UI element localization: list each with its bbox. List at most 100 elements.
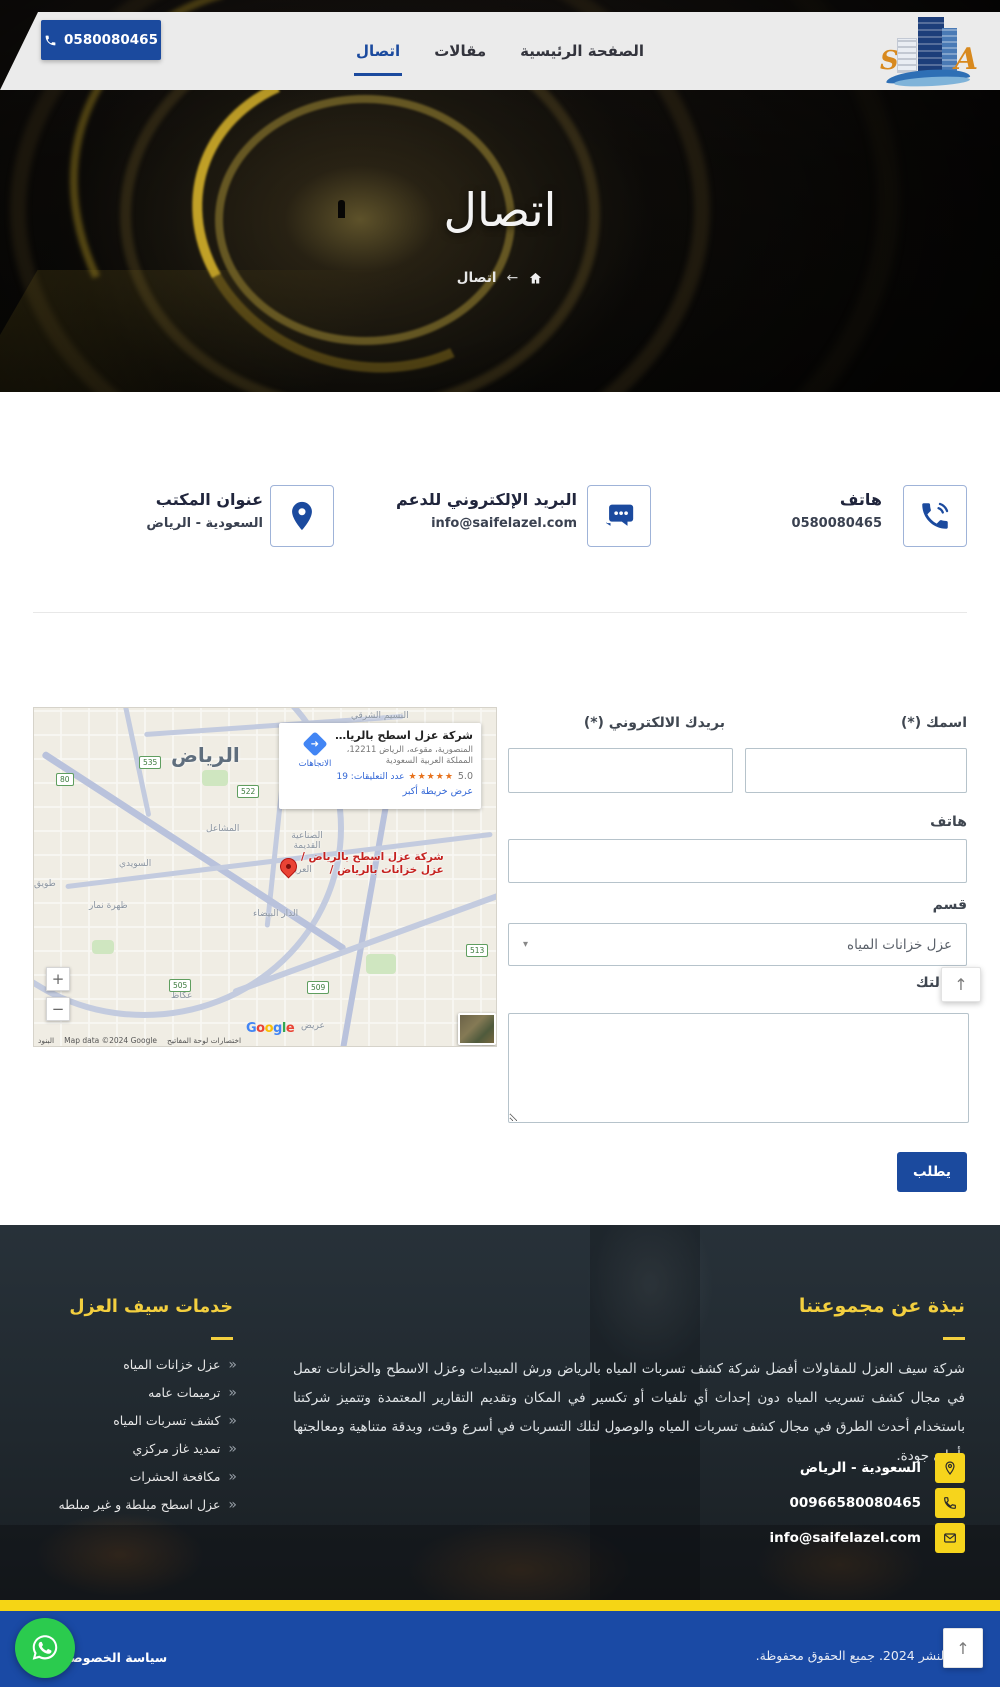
email-label: بريدك الالكتروني (*) (584, 715, 725, 731)
nav-item-articles[interactable]: مقالات (432, 34, 488, 68)
card-title: عنوان المكتب (146, 490, 263, 509)
name-label: اسمك (*) (901, 715, 967, 731)
route-badge: 80 (56, 773, 74, 786)
header-phone-button[interactable]: 0580080465 (41, 20, 161, 60)
accent-strip (0, 1600, 1000, 1611)
up-arrow-icon: ↑ (956, 1639, 969, 1658)
scroll-to-top-button[interactable]: ↑ (943, 1628, 983, 1668)
nav-item-contact[interactable]: اتصال (354, 34, 402, 68)
mail-icon (935, 1523, 965, 1553)
map-place-label: ظهرة نمار (89, 901, 128, 911)
name-input[interactable] (745, 748, 967, 793)
logo-letter-s: S (880, 46, 899, 76)
contact-card-email: البريد الإلكتروني للدعم info@saifelazel.… (396, 490, 577, 531)
map-place-label: المشاعل (206, 824, 239, 834)
logo-building (897, 38, 917, 73)
star-rating-icon: ★★★★★ (409, 772, 454, 782)
submit-button[interactable]: يطلب (897, 1152, 967, 1192)
footer-phone-row: 00966580080465 (789, 1488, 965, 1518)
route-badge: 513 (466, 944, 488, 957)
footer-service-link[interactable]: « مكافحة الحشرات (130, 1469, 237, 1484)
footer-address: السعودية - الرياض (800, 1460, 921, 1476)
directions-icon: ➜ (302, 731, 327, 756)
directions-button[interactable]: ➜ الاتجاهات (289, 735, 341, 769)
message-textarea[interactable] (508, 1013, 969, 1123)
map-place-label: عكاظ (171, 991, 192, 1001)
route-badge: 505 (169, 979, 191, 992)
map-satellite-toggle[interactable] (458, 1013, 496, 1045)
scroll-to-top-button[interactable]: ↑ (941, 967, 981, 1002)
footer: نبذة عن مجموعتنا شركة سيف العزل للمقاولا… (0, 1225, 1000, 1600)
footer-service-link[interactable]: « كشف تسربات المياه (113, 1413, 237, 1428)
map-place-label: النسيم الشرقي (351, 711, 409, 721)
chat-icon (587, 485, 651, 547)
map-place-address: المنصورية، مقوعه، الرياض 12211، المملكة … (337, 745, 473, 767)
department-label: قسم (933, 897, 967, 913)
phone-input[interactable] (508, 839, 967, 883)
chevrons-icon: « (228, 1386, 237, 1400)
footer-service-link[interactable]: « ترميمات عامه (148, 1385, 237, 1400)
footer-email[interactable]: info@saifelazel.com (769, 1530, 921, 1546)
footer-heading-dash (211, 1337, 233, 1340)
map-place-title: شركة عزل اسطح بالرياض / عزل خزا... (335, 729, 473, 742)
phone-icon (903, 485, 967, 547)
chevrons-icon: « (228, 1442, 237, 1456)
map-place-label: الدار البيضاء (253, 909, 298, 919)
map-city-label: الرياض (171, 743, 240, 767)
company-logo[interactable]: S A (878, 14, 978, 88)
route-badge: 509 (307, 981, 329, 994)
map-rating-value: 5.0 (458, 771, 473, 782)
footer-service-link[interactable]: « عزل اسطح مبلطة و غير مبلطه (58, 1497, 237, 1512)
card-title: هاتف (792, 490, 882, 509)
map-terms-link[interactable]: البنود (38, 1036, 54, 1045)
map-park (366, 954, 396, 974)
whatsapp-button[interactable] (15, 1618, 75, 1678)
phone-label: هاتف (930, 814, 967, 830)
map-zoom-in-button[interactable]: + (46, 967, 70, 991)
chevrons-icon: « (228, 1414, 237, 1428)
page: اتصال ← اتصال الصفحة الرئيسية مقالات اتص… (0, 0, 1000, 1687)
card-email-value[interactable]: info@saifelazel.com (396, 516, 577, 531)
contact-card-phone: هاتف 0580080465 (792, 490, 882, 531)
google-logo[interactable]: Google (246, 1021, 294, 1036)
map-keyboard-shortcuts-link[interactable]: اختصارات لوحة المفاتيح (167, 1036, 241, 1045)
breadcrumb-arrow-icon: ← (507, 270, 519, 286)
bottom-bar: حقوق النشر 2024. جميع الحقوق محفوظة. سيا… (0, 1611, 1000, 1687)
breadcrumb-current: اتصال (457, 270, 497, 286)
home-icon[interactable] (528, 271, 543, 286)
phone-icon (935, 1488, 965, 1518)
footer-phone[interactable]: 00966580080465 (789, 1495, 921, 1511)
map-park (92, 940, 114, 954)
map-place-label: الصناعية القديمة (283, 831, 331, 851)
map-zoom-out-button[interactable]: − (46, 997, 70, 1021)
footer-address-row: السعودية - الرياض (800, 1453, 965, 1483)
map-data-credit: Map data ©2024 Google (64, 1036, 157, 1045)
view-larger-map-link[interactable]: عرض خريطة أكبر (287, 786, 473, 797)
footer-email-row: info@saifelazel.com (769, 1523, 965, 1553)
section-divider (33, 612, 967, 613)
nav-item-home[interactable]: الصفحة الرئيسية (518, 34, 646, 68)
map-info-card: شركة عزل اسطح بالرياض / عزل خزا... المنص… (279, 723, 481, 809)
chevron-down-icon: ▾ (523, 939, 528, 950)
pin-icon (935, 1453, 965, 1483)
route-badge: 535 (139, 756, 161, 769)
chevrons-icon: « (228, 1470, 237, 1484)
map-reviews-link[interactable]: عدد التعليقات: 19 (336, 772, 404, 782)
phone-icon (44, 34, 57, 47)
contact-card-address: عنوان المكتب السعودية - الرياض (146, 490, 263, 531)
route-badge: 522 (237, 785, 259, 798)
email-input[interactable] (508, 748, 733, 793)
card-phone-value[interactable]: 0580080465 (792, 516, 882, 531)
map-marker-label: شركة عزل اسطح بالرياض / عزل خزانات بالري… (301, 851, 444, 877)
map-place-label: السويدي (119, 859, 151, 869)
chevrons-icon: « (228, 1498, 237, 1512)
footer-service-link[interactable]: « تمديد غاز مركزي (133, 1441, 237, 1456)
map-attribution: البنود Map data ©2024 Google اختصارات لو… (34, 1036, 241, 1045)
up-arrow-icon: ↑ (954, 975, 967, 994)
google-map-embed[interactable]: الرياض الصناعية القديمة المشاعل السويدي … (33, 707, 497, 1047)
whatsapp-icon (28, 1631, 62, 1665)
page-title: اتصال (0, 183, 1000, 237)
department-select[interactable]: عزل خزانات المياه ▾ (508, 923, 967, 966)
footer-service-link[interactable]: « عزل خزانات المياه (123, 1357, 237, 1372)
footer-about-title: نبذة عن مجموعتنا (799, 1295, 965, 1317)
